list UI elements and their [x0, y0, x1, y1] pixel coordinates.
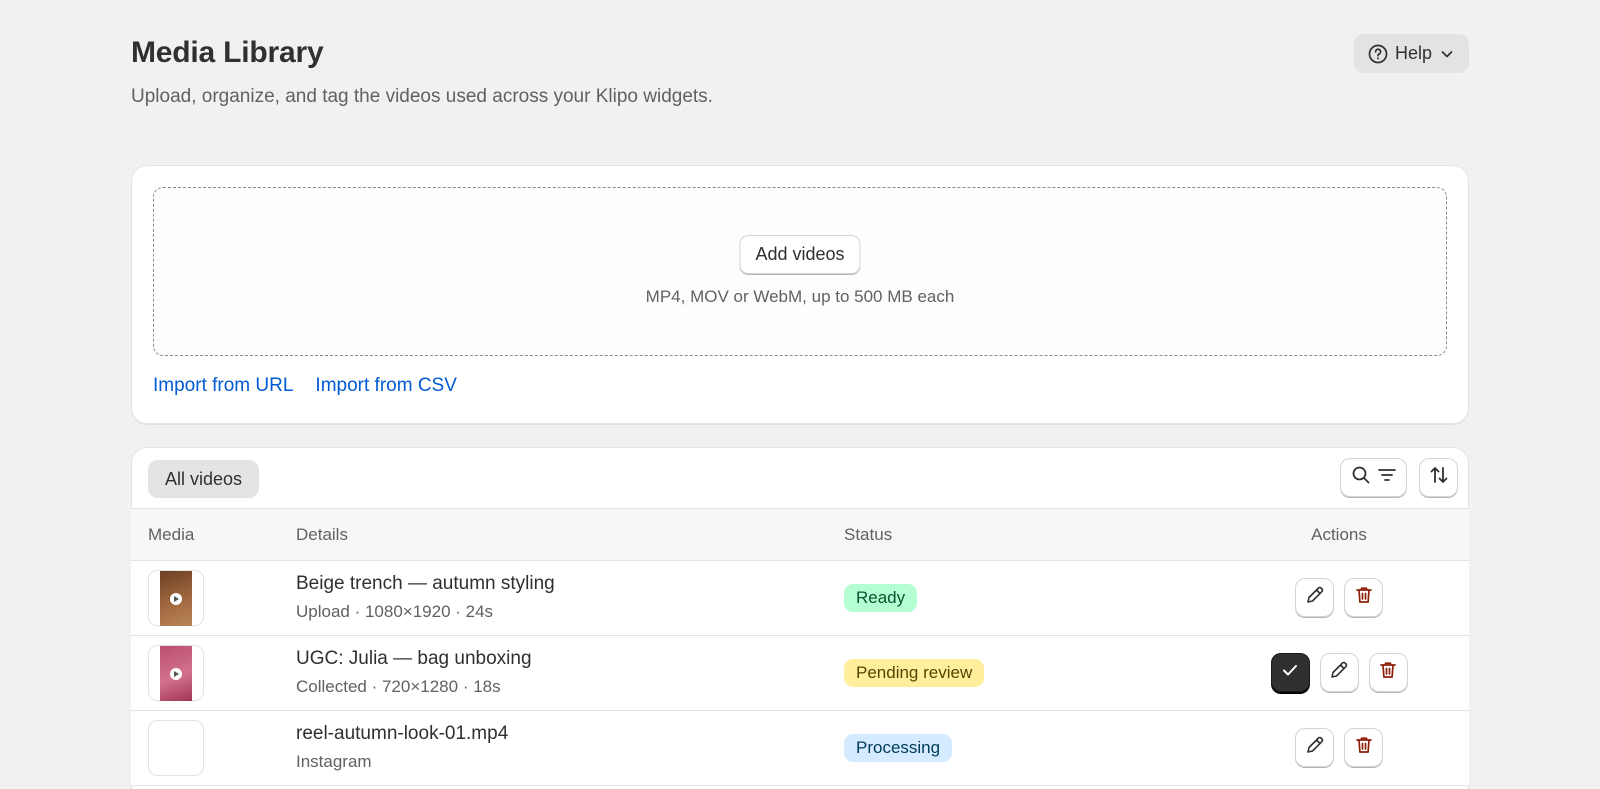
video-thumbnail[interactable] [148, 570, 204, 626]
row-actions [1209, 728, 1469, 768]
column-header-media: Media [148, 525, 195, 544]
sort-button[interactable] [1419, 458, 1458, 497]
status-badge: Processing [844, 734, 953, 762]
table-row[interactable]: Beige trench — autumn styling Upload · 1… [131, 561, 1469, 636]
delete-button[interactable] [1344, 728, 1383, 767]
dropzone-hint: MP4, MOV or WebM, up to 500 MB each [645, 287, 955, 306]
row-actions [1209, 653, 1469, 693]
video-thumbnail-placeholder[interactable] [148, 720, 204, 776]
import-from-url-link[interactable]: Import from URL [153, 375, 293, 397]
pencil-icon [1304, 584, 1326, 611]
edit-button[interactable] [1295, 578, 1334, 617]
table-toolbar: All videos [131, 447, 1469, 509]
edit-button[interactable] [1295, 728, 1334, 767]
pencil-icon [1304, 734, 1326, 761]
table-header: Media Details Status Actions [131, 509, 1469, 561]
chevron-down-icon [1438, 45, 1456, 63]
status-badge: Pending review [844, 659, 985, 687]
table-row[interactable]: UGC: Julia — bag unboxing Collected · 72… [131, 636, 1469, 711]
approve-button[interactable] [1270, 653, 1310, 692]
delete-button[interactable] [1368, 653, 1408, 692]
column-header-status: Status [844, 525, 893, 544]
trash-icon [1377, 659, 1399, 686]
upload-card: Add videos MP4, MOV or WebM, up to 500 M… [131, 165, 1469, 424]
videos-table-card: All videos Media Details Status Actions … [131, 447, 1469, 789]
video-thumbnail[interactable] [148, 645, 204, 701]
edit-button[interactable] [1319, 653, 1359, 692]
page-header: Media Library Upload, organize, and tag … [131, 0, 1469, 150]
trash-icon [1353, 734, 1375, 761]
filter-icon [1376, 464, 1398, 491]
column-header-details: Details [296, 525, 348, 544]
video-title[interactable]: reel-autumn-look-01.mp4 [296, 723, 508, 745]
add-videos-button[interactable]: Add videos [739, 235, 861, 274]
video-title[interactable]: UGC: Julia — bag unboxing [296, 648, 532, 670]
video-title[interactable]: Beige trench — autumn styling [296, 573, 555, 595]
trash-icon [1353, 584, 1375, 611]
page-subtitle: Upload, organize, and tag the videos use… [131, 86, 713, 107]
page-title: Media Library [131, 36, 324, 69]
video-meta: Upload · 1080×1920 · 24s [296, 602, 494, 621]
import-links: Import from URL Import from CSV [153, 375, 457, 397]
video-meta: Collected · 720×1280 · 18s [296, 677, 501, 696]
sort-arrows-icon [1428, 464, 1450, 491]
media-library-page: Media Library Upload, organize, and tag … [131, 0, 1469, 789]
checkmark-icon [1279, 659, 1301, 686]
delete-button[interactable] [1344, 578, 1383, 617]
thumbnail-image [160, 571, 192, 626]
search-icon [1350, 464, 1372, 491]
help-button[interactable]: Help [1354, 34, 1469, 73]
video-dropzone[interactable]: Add videos MP4, MOV or WebM, up to 500 M… [153, 187, 1447, 356]
play-icon [170, 592, 182, 605]
help-label: Help [1394, 43, 1433, 63]
column-header-actions: Actions [1311, 525, 1367, 544]
import-from-csv-link[interactable]: Import from CSV [315, 375, 456, 397]
tab-all-videos[interactable]: All videos [148, 460, 260, 498]
search-filter-button[interactable] [1340, 458, 1407, 497]
thumbnail-image [160, 646, 192, 701]
play-icon [170, 667, 182, 680]
video-meta: Instagram [296, 752, 372, 771]
status-badge: Ready [844, 584, 918, 612]
help-circle-icon [1367, 43, 1389, 65]
row-actions [1209, 578, 1469, 618]
pencil-icon [1328, 659, 1350, 686]
table-row[interactable]: reel-autumn-look-01.mp4 Instagram Proces… [131, 711, 1469, 786]
